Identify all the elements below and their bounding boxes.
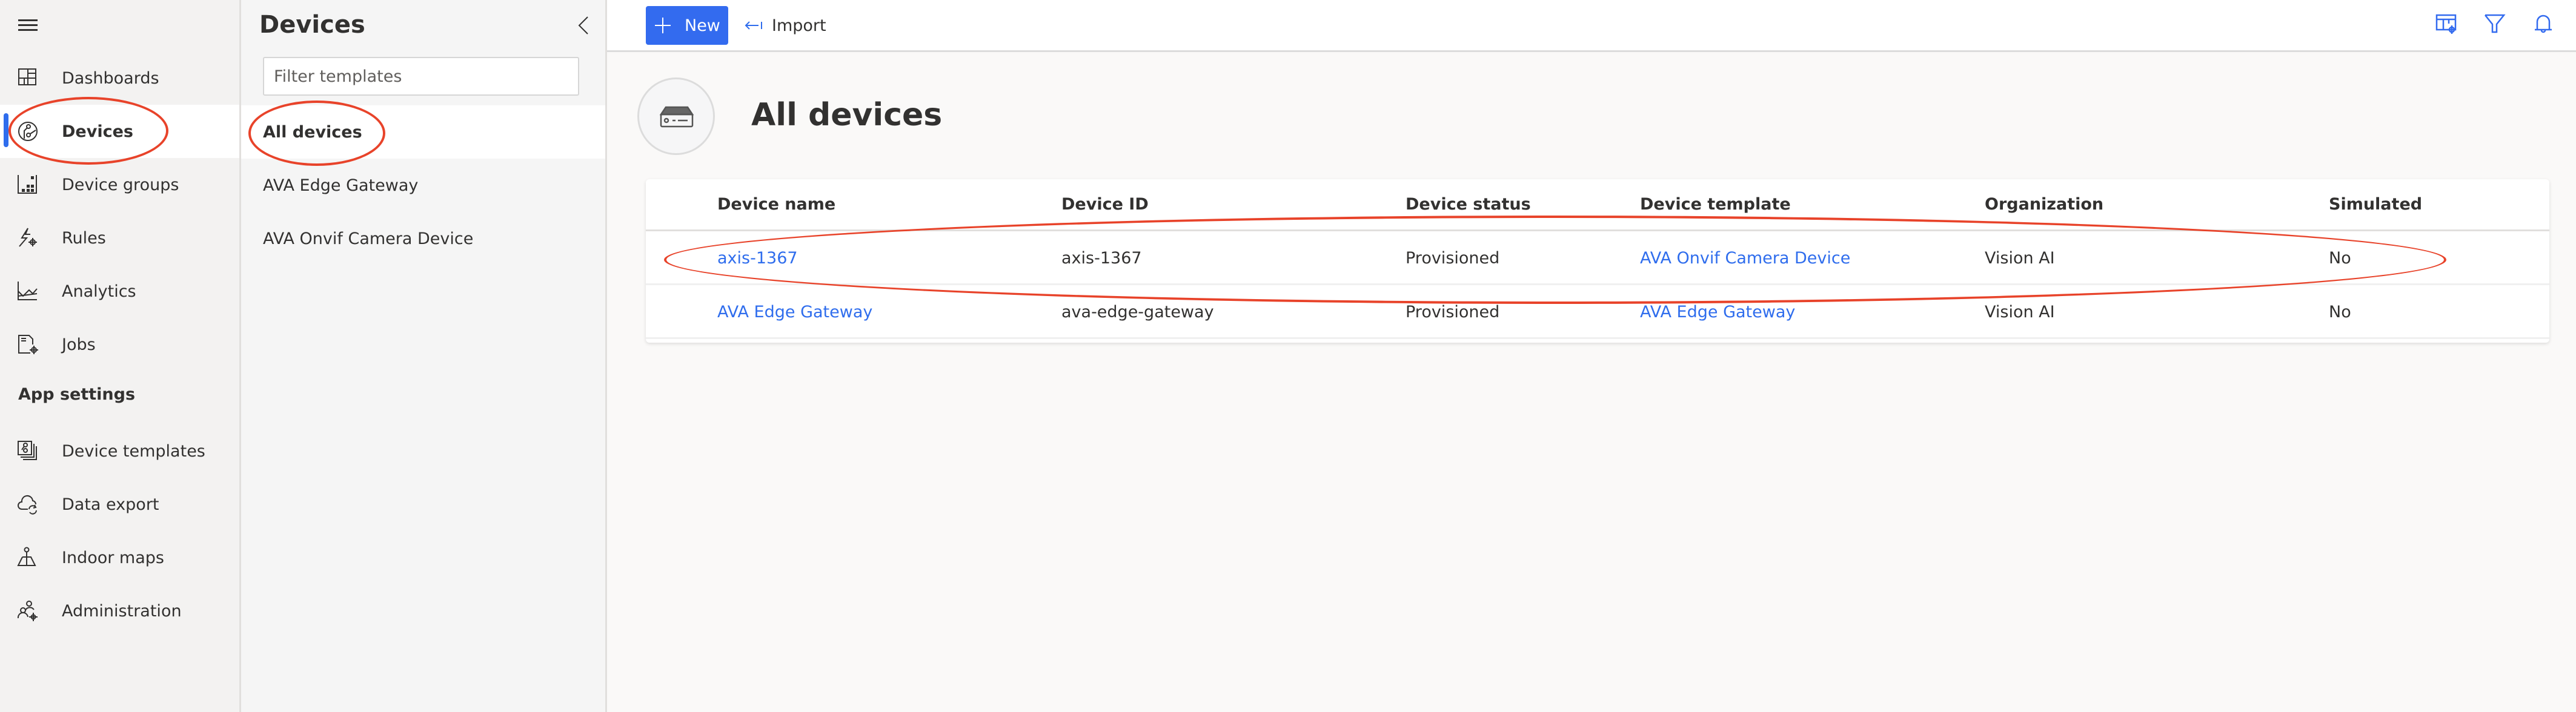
nav-item-dashboards[interactable]: Dashboards [0, 51, 239, 105]
nav-item-device-groups[interactable]: Device groups [0, 158, 239, 211]
device-id-cell: ava-edge-gateway [1061, 303, 1214, 321]
device-template-link[interactable]: AVA Onvif Camera Device [1640, 233, 1850, 283]
templates-pane: Devices All devices AVA Edge Gateway AVA… [241, 0, 607, 712]
new-button-label: New [685, 16, 720, 35]
nav-label: Indoor maps [62, 548, 164, 567]
nav-label: Jobs [62, 335, 96, 354]
template-item-all-devices[interactable]: All devices [241, 105, 605, 159]
organization-cell: Vision AI [1985, 303, 2055, 321]
nav-item-indoor-maps[interactable]: Indoor maps [0, 531, 239, 584]
template-item-ava-edge-gateway[interactable]: AVA Edge Gateway [241, 159, 605, 212]
column-header-simulated[interactable]: Simulated [2329, 179, 2422, 229]
nav-item-administration[interactable]: Administration [0, 584, 239, 638]
nav-item-rules[interactable]: Rules [0, 211, 239, 265]
pane-title: Devices [259, 11, 365, 39]
devices-table: Device name Device ID Device status Devi… [646, 179, 2549, 343]
left-navigation: Dashboards Devices Device groups Rules A… [0, 0, 241, 712]
column-header-device-name[interactable]: Device name [717, 179, 835, 229]
simulated-cell: No [2329, 303, 2351, 321]
import-icon [745, 21, 762, 30]
nav-item-data-export[interactable]: Data export [0, 478, 239, 531]
dashboard-icon [18, 68, 36, 85]
indoor-maps-icon [17, 547, 36, 566]
nav-label: Devices [62, 122, 133, 141]
main-content: New Import All devices Device name Devic… [607, 0, 2576, 712]
column-header-device-status[interactable]: Device status [1406, 179, 1531, 229]
hamburger-icon[interactable] [18, 18, 38, 33]
filter-templates-input[interactable] [263, 57, 579, 96]
import-button[interactable]: Import [744, 6, 826, 45]
device-name-link[interactable]: axis-1367 [717, 233, 798, 283]
jobs-icon [18, 335, 38, 354]
device-id-cell: axis-1367 [1061, 249, 1142, 268]
device-groups-icon [18, 175, 37, 194]
nav-item-devices[interactable]: Devices [0, 105, 239, 158]
rules-icon [19, 228, 37, 247]
hero-icon-container [637, 77, 715, 155]
device-templates-icon [18, 441, 37, 460]
bell-icon[interactable] [2532, 13, 2554, 35]
nav-item-jobs[interactable]: Jobs [0, 318, 239, 371]
nav-label: Device templates [62, 441, 205, 461]
simulated-cell: No [2329, 249, 2351, 268]
table-settings-icon[interactable] [2435, 13, 2457, 35]
data-export-icon [18, 495, 37, 515]
devices-icon [18, 122, 38, 141]
table-row[interactable]: axis-1367 axis-1367 Provisioned AVA Onvi… [646, 233, 2549, 285]
device-name-link[interactable]: AVA Edge Gateway [717, 287, 872, 337]
filter-icon[interactable] [2484, 13, 2506, 35]
table-header: Device name Device ID Device status Devi… [646, 179, 2549, 231]
table-row[interactable]: AVA Edge Gateway ava-edge-gateway Provis… [646, 287, 2549, 339]
column-header-device-template[interactable]: Device template [1640, 179, 1791, 229]
chevron-left-icon[interactable] [576, 15, 590, 36]
nav-label: Dashboards [62, 68, 159, 88]
app-settings-heading: App settings [18, 385, 136, 404]
column-header-organization[interactable]: Organization [1985, 179, 2103, 229]
nav-label: Rules [62, 228, 106, 248]
column-header-device-id[interactable]: Device ID [1061, 179, 1149, 229]
command-bar: New Import [607, 0, 2576, 52]
organization-cell: Vision AI [1985, 249, 2055, 268]
plus-icon [655, 18, 671, 33]
analytics-icon [18, 282, 38, 300]
nav-label: Device groups [62, 175, 179, 194]
new-button[interactable]: New [646, 6, 728, 45]
administration-icon [17, 601, 38, 621]
device-box-icon [659, 106, 694, 128]
import-button-label: Import [772, 16, 826, 35]
device-status-cell: Provisioned [1406, 303, 1500, 321]
page-title: All devices [751, 97, 943, 133]
device-status-cell: Provisioned [1406, 249, 1500, 268]
nav-label: Analytics [62, 282, 136, 301]
nav-label: Data export [62, 495, 159, 514]
nav-item-device-templates[interactable]: Device templates [0, 424, 239, 478]
nav-item-analytics[interactable]: Analytics [0, 265, 239, 318]
device-template-link[interactable]: AVA Edge Gateway [1640, 287, 1795, 337]
template-item-ava-onvif-camera-device[interactable]: AVA Onvif Camera Device [241, 212, 605, 265]
nav-label: Administration [62, 601, 182, 621]
